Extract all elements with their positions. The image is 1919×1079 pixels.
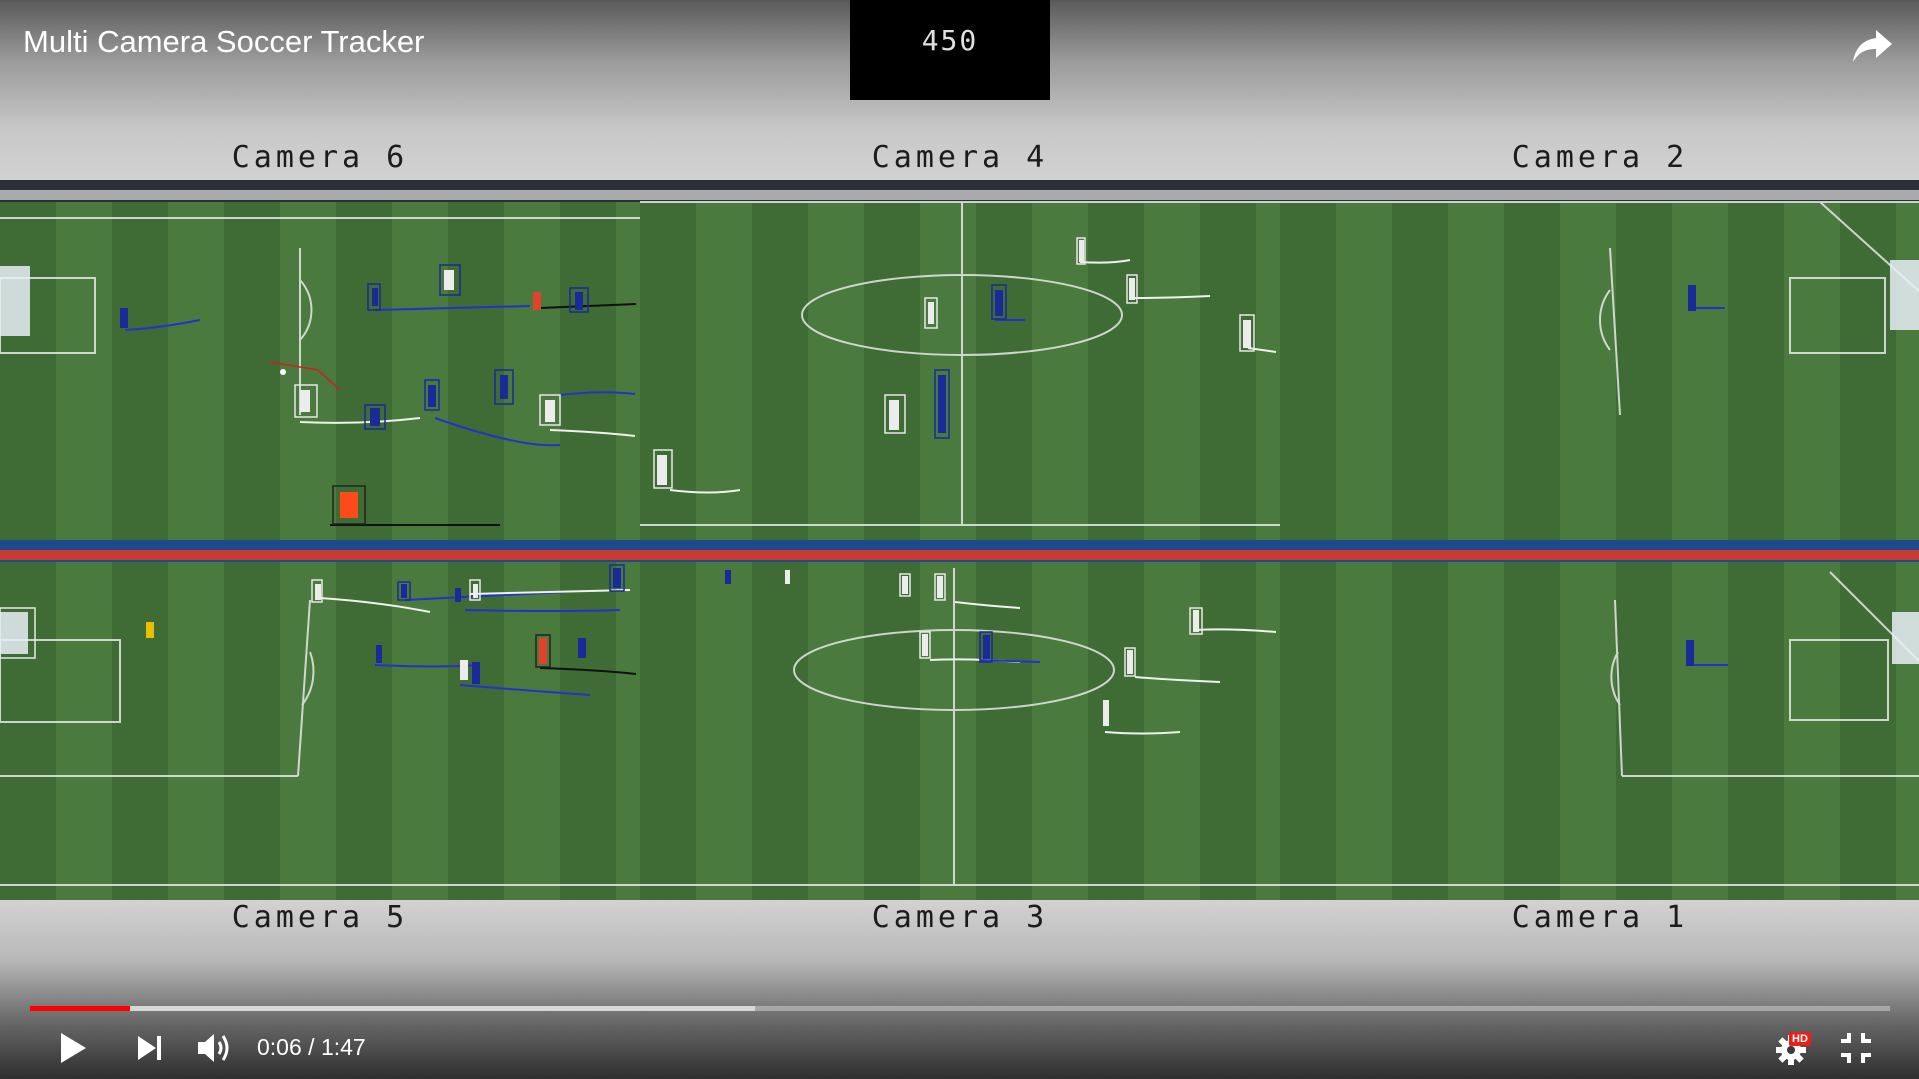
time-current: 0:06 — [257, 1034, 302, 1060]
camera-label-5: Camera 5 — [231, 900, 409, 935]
camera-view-1 — [1280, 540, 1919, 900]
progress-buffered — [30, 1006, 756, 1011]
volume-button[interactable] — [195, 1028, 235, 1068]
play-button[interactable] — [55, 1028, 91, 1068]
time-separator: / — [301, 1034, 321, 1060]
time-display: 0:06 / 1:47 — [257, 1034, 366, 1061]
camera-view-6 — [0, 180, 640, 540]
camera-view-5 — [0, 540, 640, 900]
next-button[interactable] — [133, 1028, 167, 1068]
camera-label-3: Camera 3 — [871, 900, 1049, 935]
progress-played — [30, 1006, 131, 1011]
camera-label-2: Camera 2 — [1511, 140, 1689, 175]
camera-view-3 — [640, 540, 1280, 900]
share-icon[interactable] — [1850, 24, 1894, 68]
camera-view-2 — [1280, 180, 1919, 540]
next-icon — [138, 1036, 161, 1060]
time-total: 1:47 — [320, 1034, 366, 1060]
camera-label-1: Camera 1 — [1511, 900, 1689, 935]
play-icon — [61, 1033, 86, 1063]
exit-fullscreen-icon — [1841, 1033, 1871, 1063]
camera-label-6: Camera 6 — [231, 140, 409, 175]
camera-label-4: Camera 4 — [871, 140, 1049, 175]
exit-fullscreen-button[interactable] — [1836, 1028, 1876, 1068]
frame-counter: 450 — [850, 0, 1050, 100]
hd-badge: HD — [1789, 1032, 1811, 1046]
video-title[interactable]: Multi Camera Soccer Tracker — [23, 24, 424, 60]
progress-bar[interactable] — [30, 1006, 1890, 1011]
volume-icon — [198, 1034, 229, 1062]
camera-view-4 — [640, 180, 1280, 540]
